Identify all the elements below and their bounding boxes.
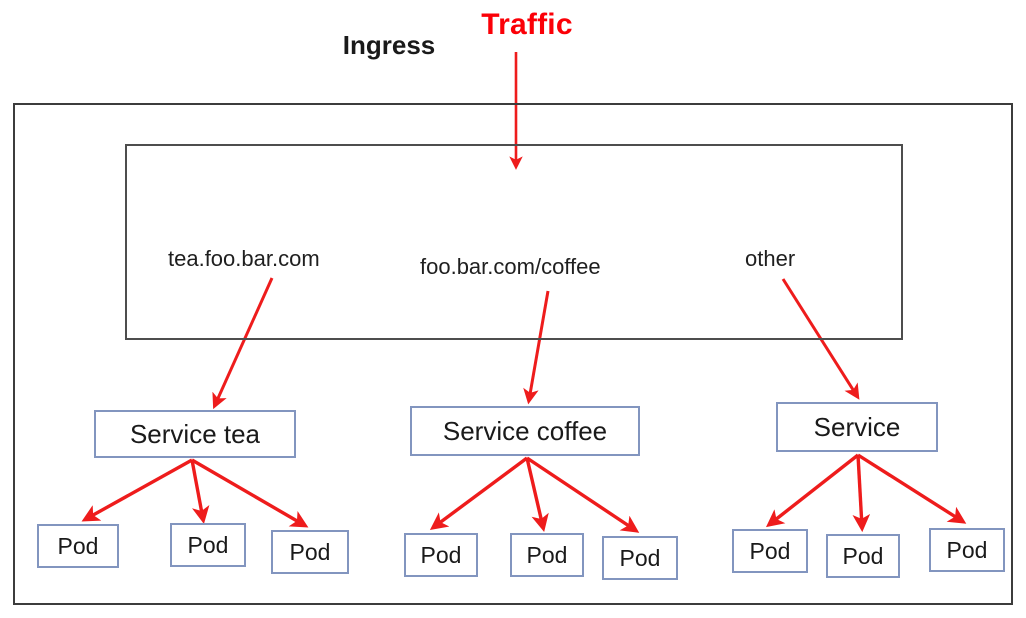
pod-box: Pod [732,529,808,573]
pod-box: Pod [602,536,678,580]
service-box-tea: Service tea [94,410,296,458]
pod-box: Pod [826,534,900,578]
pod-box: Pod [404,533,478,577]
ingress-title: Ingress [342,30,436,60]
rule-label-tea: tea.foo.bar.com [168,246,320,271]
diagram-canvas: Traffic Ingress tea.foo.bar.com foo.bar.… [0,0,1026,618]
pod-box: Pod [510,533,584,577]
service-box-other: Service [776,402,938,452]
rule-label-coffee: foo.bar.com/coffee [420,254,601,279]
pod-box: Pod [170,523,246,567]
rule-label-other: other [745,246,796,271]
ingress-box [125,144,903,340]
service-box-coffee: Service coffee [410,406,640,456]
pod-box: Pod [37,524,119,568]
pod-box: Pod [929,528,1005,572]
pod-box: Pod [271,530,349,574]
